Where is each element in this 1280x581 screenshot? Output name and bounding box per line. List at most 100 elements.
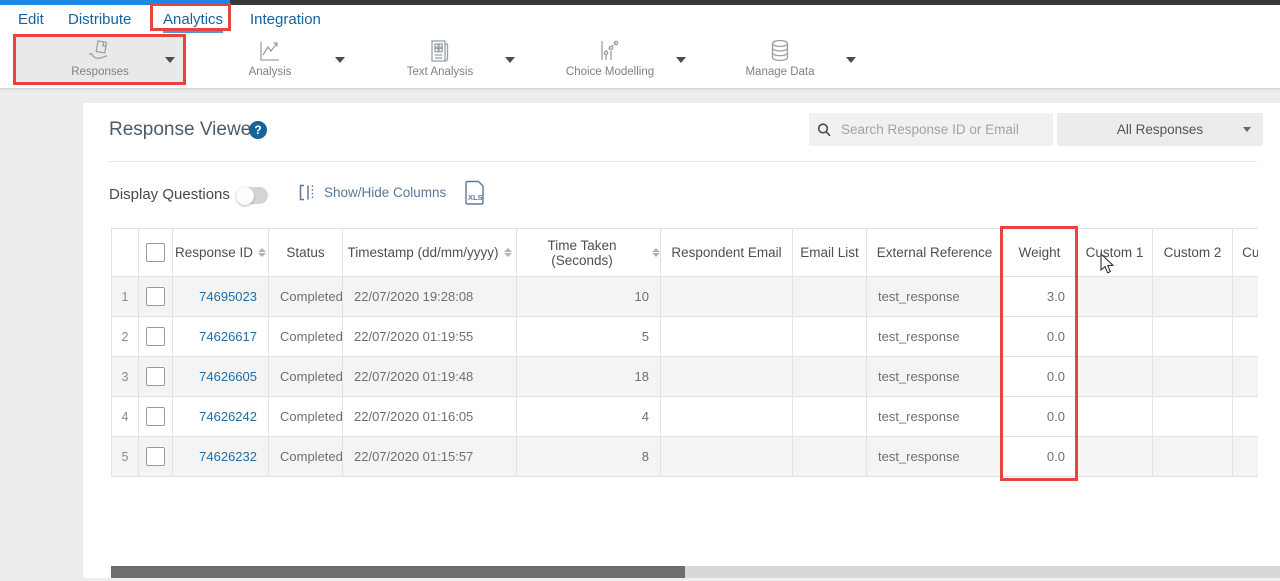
toolbar-label-manage-data: Manage Data (745, 66, 814, 78)
row-checkbox[interactable] (146, 407, 165, 426)
responses-table-viewport: Response ID Status Timestamp (dd/mm/yyyy… (111, 228, 1258, 477)
respondent-email-cell (661, 357, 793, 397)
header-custom-1: Custom 1 (1077, 228, 1153, 277)
email-list-cell (793, 277, 867, 317)
responses-icon (87, 38, 113, 64)
row-checkbox-cell (139, 317, 173, 357)
help-icon[interactable]: ? (249, 121, 267, 139)
choice-modelling-icon (597, 38, 623, 64)
horizontal-scrollbar-thumb[interactable] (111, 566, 685, 578)
nav-tab-edit[interactable]: Edit (18, 9, 44, 31)
table-row: 5 74626232 Completed 22/07/2020 01:15:57… (111, 437, 1258, 477)
display-questions-toggle[interactable] (236, 187, 268, 204)
responses-dropdown-caret[interactable] (165, 57, 175, 63)
row-number: 2 (111, 317, 139, 357)
status-cell: Completed (269, 317, 343, 357)
toolbar-label-responses: Responses (71, 66, 129, 78)
header-weight: Weight (1003, 228, 1077, 277)
chevron-down-icon (1243, 127, 1251, 132)
search-icon (809, 122, 839, 138)
manage-data-icon (767, 38, 793, 64)
row-checkbox[interactable] (146, 287, 165, 306)
text-analysis-dropdown-caret[interactable] (505, 57, 515, 63)
custom1-cell (1077, 357, 1153, 397)
toolbar-item-choice-modelling[interactable]: Choice Modelling (555, 38, 665, 78)
toolbar-item-manage-data[interactable]: Manage Data (725, 38, 835, 78)
response-id-link[interactable]: 74695023 (199, 289, 257, 304)
custom1-cell (1077, 277, 1153, 317)
select-all-checkbox[interactable] (146, 243, 165, 262)
weight-cell: 0.0 (1003, 397, 1077, 437)
header-time-taken[interactable]: Time Taken (Seconds) (517, 228, 661, 277)
row-checkbox-cell (139, 277, 173, 317)
search-input[interactable] (839, 121, 1033, 138)
responses-filter-dropdown[interactable]: All Responses (1057, 113, 1263, 146)
row-number: 4 (111, 397, 139, 437)
manage-data-dropdown-caret[interactable] (846, 57, 856, 63)
custom3-cell (1233, 317, 1258, 357)
header-response-id[interactable]: Response ID (173, 228, 269, 277)
row-checkbox[interactable] (146, 327, 165, 346)
sort-icon[interactable] (258, 248, 266, 257)
custom3-cell (1233, 397, 1258, 437)
header-timestamp[interactable]: Timestamp (dd/mm/yyyy) (343, 228, 517, 277)
respondent-email-cell (661, 437, 793, 477)
sort-icon[interactable] (652, 248, 660, 257)
response-id-link[interactable]: 74626232 (199, 449, 257, 464)
header-rownum (111, 228, 139, 277)
nav-tab-distribute[interactable]: Distribute (68, 9, 131, 31)
response-id-link[interactable]: 74626242 (199, 409, 257, 424)
choice-modelling-dropdown-caret[interactable] (676, 57, 686, 63)
table-row: 4 74626242 Completed 22/07/2020 01:16:05… (111, 397, 1258, 437)
custom2-cell (1153, 357, 1233, 397)
custom1-cell (1077, 317, 1153, 357)
response-id-link[interactable]: 74626605 (199, 369, 257, 384)
page-title: Response Viewer (109, 119, 258, 141)
xls-icon: XLS (462, 180, 486, 206)
analytics-toolbar: Responses Analysis (0, 33, 1280, 89)
row-checkbox[interactable] (146, 367, 165, 386)
response-id-link[interactable]: 74626617 (199, 329, 257, 344)
weight-cell: 0.0 (1003, 317, 1077, 357)
custom2-cell (1153, 277, 1233, 317)
table-row: 1 74695023 Completed 22/07/2020 19:28:08… (111, 277, 1258, 317)
custom1-cell (1077, 397, 1153, 437)
custom3-cell (1233, 277, 1258, 317)
timestamp-cell: 22/07/2020 01:15:57 (343, 437, 517, 477)
export-xls-button[interactable]: XLS (462, 180, 486, 211)
external-reference-cell: test_response (867, 397, 1003, 437)
row-checkbox[interactable] (146, 447, 165, 466)
toolbar-label-choice-modelling: Choice Modelling (566, 66, 654, 78)
timestamp-cell: 22/07/2020 01:19:48 (343, 357, 517, 397)
analysis-dropdown-caret[interactable] (335, 57, 345, 63)
time-taken-cell: 10 (517, 277, 661, 317)
nav-tab-integration[interactable]: Integration (250, 9, 321, 31)
search-box (809, 113, 1053, 146)
horizontal-scrollbar[interactable] (111, 566, 1280, 578)
row-number: 1 (111, 277, 139, 317)
timestamp-cell: 22/07/2020 01:19:55 (343, 317, 517, 357)
display-questions-label: Display Questions (109, 186, 230, 203)
toolbar-item-responses[interactable]: Responses (45, 38, 155, 78)
respondent-email-cell (661, 277, 793, 317)
toolbar-item-analysis[interactable]: Analysis (215, 38, 325, 78)
email-list-cell (793, 397, 867, 437)
response-viewer-panel: Response Viewer ? All Responses Display … (82, 103, 1280, 578)
toolbar-item-text-analysis[interactable]: Text Analysis (385, 38, 495, 78)
svg-text:XLS: XLS (468, 193, 483, 202)
responses-table: Response ID Status Timestamp (dd/mm/yyyy… (111, 228, 1258, 477)
header-status: Status (269, 228, 343, 277)
custom2-cell (1153, 437, 1233, 477)
table-row: 3 74626605 Completed 22/07/2020 01:19:48… (111, 357, 1258, 397)
weight-cell: 3.0 (1003, 277, 1077, 317)
show-hide-columns-label: Show/Hide Columns (324, 185, 446, 200)
header-custom-2: Custom 2 (1153, 228, 1233, 277)
external-reference-cell: test_response (867, 357, 1003, 397)
external-reference-cell: test_response (867, 437, 1003, 477)
row-checkbox-cell (139, 397, 173, 437)
row-checkbox-cell (139, 357, 173, 397)
nav-tab-analytics[interactable]: Analytics (163, 9, 223, 33)
sort-icon[interactable] (504, 248, 512, 257)
show-hide-columns-button[interactable]: Show/Hide Columns (298, 183, 446, 202)
header-email-list: Email List (793, 228, 867, 277)
